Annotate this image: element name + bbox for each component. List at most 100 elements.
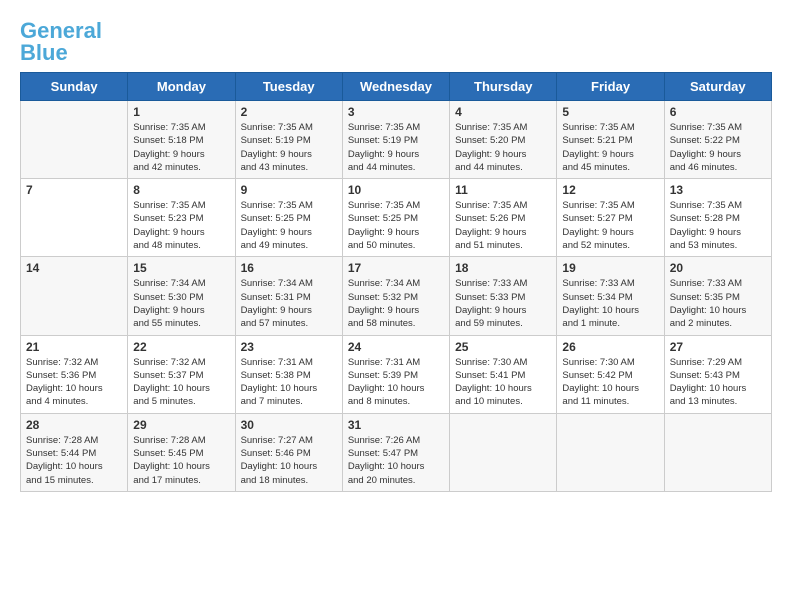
day-number: 30 — [241, 418, 337, 432]
day-number: 9 — [241, 183, 337, 197]
day-number: 14 — [26, 261, 122, 275]
calendar-cell: 13 Sunrise: 7:35 AM Sunset: 5:28 PM Dayli… — [664, 179, 771, 257]
day-number: 27 — [670, 340, 766, 354]
calendar-cell: 6 Sunrise: 7:35 AM Sunset: 5:22 PM Daylig… — [664, 101, 771, 179]
day-number: 21 — [26, 340, 122, 354]
day-detail: Sunrise: 7:35 AM Sunset: 5:23 PM Dayligh… — [133, 199, 229, 252]
day-detail: Sunrise: 7:35 AM Sunset: 5:28 PM Dayligh… — [670, 199, 766, 252]
day-number: 24 — [348, 340, 444, 354]
day-detail: Sunrise: 7:35 AM Sunset: 5:21 PM Dayligh… — [562, 121, 658, 174]
day-detail: Sunrise: 7:26 AM Sunset: 5:47 PM Dayligh… — [348, 434, 444, 487]
day-number: 18 — [455, 261, 551, 275]
week-row-1: 78 Sunrise: 7:35 AM Sunset: 5:23 PM Dayli… — [21, 179, 772, 257]
calendar-cell: 12 Sunrise: 7:35 AM Sunset: 5:27 PM Dayli… — [557, 179, 664, 257]
calendar-cell: 11 Sunrise: 7:35 AM Sunset: 5:26 PM Dayli… — [450, 179, 557, 257]
day-number: 4 — [455, 105, 551, 119]
calendar-cell: 5 Sunrise: 7:35 AM Sunset: 5:21 PM Daylig… — [557, 101, 664, 179]
day-number: 1 — [133, 105, 229, 119]
day-number: 17 — [348, 261, 444, 275]
day-number: 13 — [670, 183, 766, 197]
day-number: 15 — [133, 261, 229, 275]
calendar-cell: 16 Sunrise: 7:34 AM Sunset: 5:31 PM Dayli… — [235, 257, 342, 335]
day-detail: Sunrise: 7:31 AM Sunset: 5:38 PM Dayligh… — [241, 356, 337, 409]
weekday-header-monday: Monday — [128, 73, 235, 101]
weekday-header-saturday: Saturday — [664, 73, 771, 101]
day-number: 2 — [241, 105, 337, 119]
day-detail: Sunrise: 7:34 AM Sunset: 5:31 PM Dayligh… — [241, 277, 337, 330]
day-detail: Sunrise: 7:35 AM Sunset: 5:19 PM Dayligh… — [348, 121, 444, 174]
calendar-cell: 2 Sunrise: 7:35 AM Sunset: 5:19 PM Daylig… — [235, 101, 342, 179]
day-detail: Sunrise: 7:33 AM Sunset: 5:34 PM Dayligh… — [562, 277, 658, 330]
day-detail: Sunrise: 7:29 AM Sunset: 5:43 PM Dayligh… — [670, 356, 766, 409]
day-detail: Sunrise: 7:33 AM Sunset: 5:35 PM Dayligh… — [670, 277, 766, 330]
week-row-2: 14 15 Sunrise: 7:34 AM Sunset: 5:30 PM Day… — [21, 257, 772, 335]
day-number: 25 — [455, 340, 551, 354]
weekday-header-wednesday: Wednesday — [342, 73, 449, 101]
day-detail: Sunrise: 7:32 AM Sunset: 5:36 PM Dayligh… — [26, 356, 122, 409]
logo-blue: Blue — [20, 40, 68, 65]
day-detail: Sunrise: 7:28 AM Sunset: 5:45 PM Dayligh… — [133, 434, 229, 487]
calendar-cell — [664, 413, 771, 491]
calendar-cell — [450, 413, 557, 491]
weekday-header-row: SundayMondayTuesdayWednesdayThursdayFrid… — [21, 73, 772, 101]
day-number: 16 — [241, 261, 337, 275]
day-detail: Sunrise: 7:35 AM Sunset: 5:18 PM Dayligh… — [133, 121, 229, 174]
weekday-header-friday: Friday — [557, 73, 664, 101]
day-number: 19 — [562, 261, 658, 275]
calendar-cell: 7 — [21, 179, 128, 257]
calendar-cell: 31Sunrise: 7:26 AM Sunset: 5:47 PM Dayli… — [342, 413, 449, 491]
calendar-cell: 26Sunrise: 7:30 AM Sunset: 5:42 PM Dayli… — [557, 335, 664, 413]
day-number: 26 — [562, 340, 658, 354]
day-detail: Sunrise: 7:35 AM Sunset: 5:26 PM Dayligh… — [455, 199, 551, 252]
day-number: 11 — [455, 183, 551, 197]
day-number: 10 — [348, 183, 444, 197]
day-detail: Sunrise: 7:35 AM Sunset: 5:27 PM Dayligh… — [562, 199, 658, 252]
day-number: 12 — [562, 183, 658, 197]
logo: General Blue — [20, 20, 102, 64]
calendar-cell: 17 Sunrise: 7:34 AM Sunset: 5:32 PM Dayli… — [342, 257, 449, 335]
day-number: 5 — [562, 105, 658, 119]
calendar-cell: 1 Sunrise: 7:35 AM Sunset: 5:18 PM Daylig… — [128, 101, 235, 179]
calendar-cell: 8 Sunrise: 7:35 AM Sunset: 5:23 PM Daylig… — [128, 179, 235, 257]
day-number: 7 — [26, 183, 122, 197]
day-detail: Sunrise: 7:34 AM Sunset: 5:30 PM Dayligh… — [133, 277, 229, 330]
weekday-header-sunday: Sunday — [21, 73, 128, 101]
day-detail: Sunrise: 7:35 AM Sunset: 5:25 PM Dayligh… — [348, 199, 444, 252]
calendar-cell: 29 Sunrise: 7:28 AM Sunset: 5:45 PM Dayli… — [128, 413, 235, 491]
day-detail: Sunrise: 7:35 AM Sunset: 5:20 PM Dayligh… — [455, 121, 551, 174]
day-detail: Sunrise: 7:34 AM Sunset: 5:32 PM Dayligh… — [348, 277, 444, 330]
calendar-cell: 24 Sunrise: 7:31 AM Sunset: 5:39 PM Dayli… — [342, 335, 449, 413]
day-number: 8 — [133, 183, 229, 197]
calendar-cell: 15 Sunrise: 7:34 AM Sunset: 5:30 PM Dayli… — [128, 257, 235, 335]
day-detail: Sunrise: 7:28 AM Sunset: 5:44 PM Dayligh… — [26, 434, 122, 487]
day-detail: Sunrise: 7:35 AM Sunset: 5:19 PM Dayligh… — [241, 121, 337, 174]
day-number: 6 — [670, 105, 766, 119]
day-number: 29 — [133, 418, 229, 432]
day-detail: Sunrise: 7:30 AM Sunset: 5:41 PM Dayligh… — [455, 356, 551, 409]
day-detail: Sunrise: 7:27 AM Sunset: 5:46 PM Dayligh… — [241, 434, 337, 487]
day-detail: Sunrise: 7:32 AM Sunset: 5:37 PM Dayligh… — [133, 356, 229, 409]
calendar-cell: 9Sunrise: 7:35 AM Sunset: 5:25 PM Daylig… — [235, 179, 342, 257]
calendar-cell: 3 Sunrise: 7:35 AM Sunset: 5:19 PM Daylig… — [342, 101, 449, 179]
calendar-cell: 14 — [21, 257, 128, 335]
day-number: 3 — [348, 105, 444, 119]
day-detail: Sunrise: 7:31 AM Sunset: 5:39 PM Dayligh… — [348, 356, 444, 409]
calendar-cell: 18 Sunrise: 7:33 AM Sunset: 5:33 PM Dayli… — [450, 257, 557, 335]
calendar-body: 1 Sunrise: 7:35 AM Sunset: 5:18 PM Daylig… — [21, 101, 772, 492]
page-header: General Blue — [20, 20, 772, 64]
calendar-cell — [557, 413, 664, 491]
day-number: 20 — [670, 261, 766, 275]
weekday-header-thursday: Thursday — [450, 73, 557, 101]
calendar-cell: 23 Sunrise: 7:31 AM Sunset: 5:38 PM Dayli… — [235, 335, 342, 413]
calendar-cell: 27 Sunrise: 7:29 AM Sunset: 5:43 PM Dayli… — [664, 335, 771, 413]
day-detail: Sunrise: 7:33 AM Sunset: 5:33 PM Dayligh… — [455, 277, 551, 330]
calendar-table: SundayMondayTuesdayWednesdayThursdayFrid… — [20, 72, 772, 492]
calendar-cell: 28Sunrise: 7:28 AM Sunset: 5:44 PM Dayli… — [21, 413, 128, 491]
calendar-cell: 22 Sunrise: 7:32 AM Sunset: 5:37 PM Dayli… — [128, 335, 235, 413]
day-detail: Sunrise: 7:35 AM Sunset: 5:22 PM Dayligh… — [670, 121, 766, 174]
week-row-3: 21 Sunrise: 7:32 AM Sunset: 5:36 PM Dayli… — [21, 335, 772, 413]
day-number: 22 — [133, 340, 229, 354]
calendar-cell: 30 Sunrise: 7:27 AM Sunset: 5:46 PM Dayli… — [235, 413, 342, 491]
day-number: 23 — [241, 340, 337, 354]
calendar-cell — [21, 101, 128, 179]
